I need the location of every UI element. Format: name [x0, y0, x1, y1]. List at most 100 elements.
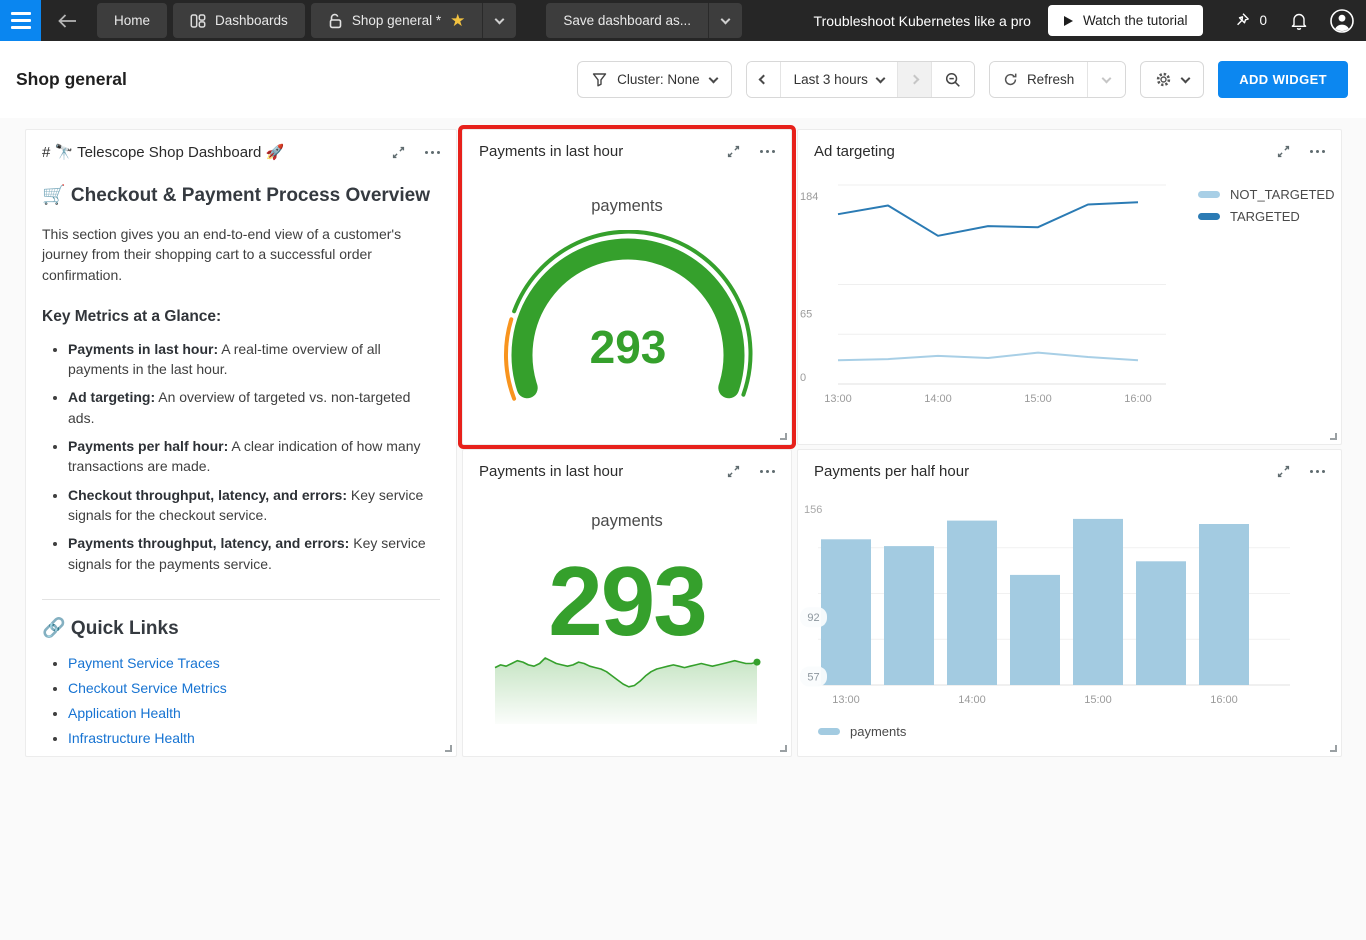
svg-text:65: 65	[800, 309, 812, 321]
legend-item[interactable]: NOT_TARGETED	[1198, 187, 1335, 202]
list-item: Checkout throughput, latency, and errors…	[68, 485, 440, 526]
tab-home-label: Home	[114, 13, 151, 28]
user-avatar[interactable]	[1329, 8, 1355, 34]
list-item: Application Health	[68, 705, 440, 721]
tab-home[interactable]: Home	[97, 3, 168, 38]
resize-handle[interactable]	[445, 745, 452, 752]
link-checkout-service-metrics[interactable]: Checkout Service Metrics	[68, 680, 227, 696]
metrics-heading: Key Metrics at a Glance:	[42, 307, 222, 325]
save-dashboard-menu[interactable]	[707, 3, 742, 38]
time-range-label: Last 3 hours	[793, 72, 868, 87]
markdown-intro: This section gives you an end-to-end vie…	[42, 226, 402, 283]
resize-handle[interactable]	[780, 433, 787, 440]
settings-button[interactable]	[1140, 61, 1205, 98]
svg-text:16:00: 16:00	[1210, 694, 1238, 706]
widget-title: Payments in last hour	[479, 143, 624, 160]
refresh-label: Refresh	[1026, 72, 1075, 87]
bar-chart-widget: Payments per half hour 156 92 57 13:00 14:00…	[797, 449, 1342, 757]
save-dashboard-button[interactable]: Save dashboard as...	[546, 3, 708, 38]
dashboard-header: Shop general Cluster: None Last 3 hours …	[0, 41, 1366, 118]
payments-sparkline	[494, 657, 761, 724]
time-forward-button[interactable]	[896, 62, 931, 97]
list-item: Payments throughput, latency, and errors…	[68, 533, 440, 574]
time-range-controls: Last 3 hours	[745, 61, 975, 98]
refresh-controls: Refresh	[988, 61, 1127, 98]
legend-swatch	[818, 728, 840, 735]
page-title: Shop general	[16, 69, 127, 89]
widget-menu-button[interactable]	[760, 467, 775, 476]
save-dashboard-group: Save dashboard as...	[546, 3, 742, 38]
tab-shop-general-menu[interactable]	[482, 3, 517, 38]
svg-text:13:00: 13:00	[832, 694, 860, 706]
legend-swatch	[1198, 191, 1220, 198]
dashboard-canvas: # 🔭 Telescope Shop Dashboard 🚀 🛒 Checkou…	[0, 118, 1366, 757]
unlock-icon	[328, 13, 343, 29]
refresh-icon	[1004, 73, 1017, 86]
svg-text:57: 57	[807, 672, 819, 684]
link-suse-observability-documentation[interactable]: SUSE Observability Documentation	[68, 755, 289, 756]
link-payment-service-traces[interactable]: Payment Service Traces	[68, 655, 220, 671]
svg-text:293: 293	[590, 321, 667, 373]
widget-title: Ad targeting	[814, 143, 895, 160]
menu-button[interactable]	[0, 0, 41, 41]
resize-handle[interactable]	[1330, 745, 1337, 752]
bell-icon	[1291, 13, 1307, 30]
widget-menu-button[interactable]	[760, 147, 775, 156]
list-item: SUSE Observability Documentation	[68, 755, 440, 756]
promo-text: Troubleshoot Kubernetes like a pro	[813, 12, 1031, 29]
expand-icon[interactable]	[1276, 464, 1291, 479]
list-item: Payments in last hour: A real-time overv…	[68, 339, 440, 380]
time-range-button[interactable]: Last 3 hours	[779, 62, 897, 97]
expand-icon[interactable]	[1276, 144, 1291, 159]
resize-handle[interactable]	[1330, 433, 1337, 440]
chart-legend[interactable]: payments	[818, 724, 906, 739]
pin-button[interactable]: 0	[1233, 12, 1267, 29]
pin-count: 0	[1259, 13, 1267, 28]
svg-text:16:00: 16:00	[1124, 393, 1152, 405]
ad-targeting-line-chart: 184 65 0 13:00 14:00 15:00 16:00	[800, 184, 1166, 405]
expand-icon[interactable]	[726, 464, 741, 479]
tab-shop-general[interactable]: Shop general * ★	[310, 3, 483, 38]
svg-text:184: 184	[800, 191, 818, 203]
svg-text:92: 92	[807, 612, 819, 624]
cluster-filter-button[interactable]: Cluster: None	[577, 61, 732, 98]
watch-tutorial-button[interactable]: Watch the tutorial	[1047, 5, 1204, 36]
svg-text:14:00: 14:00	[958, 694, 986, 706]
legend-item[interactable]: TARGETED	[1198, 209, 1335, 224]
zoom-out-button[interactable]	[930, 62, 974, 97]
legend-label: NOT_TARGETED	[1230, 187, 1335, 202]
widget-menu-button[interactable]	[425, 148, 440, 157]
refresh-options-button[interactable]	[1087, 62, 1126, 97]
tab-dashboards-label: Dashboards	[215, 13, 288, 28]
cluster-filter-label: Cluster: None	[617, 72, 700, 87]
resize-handle[interactable]	[780, 745, 787, 752]
metrics-list: Payments in last hour: A real-time overv…	[42, 339, 440, 574]
widget-menu-button[interactable]	[1310, 147, 1325, 156]
refresh-button[interactable]: Refresh	[989, 62, 1088, 97]
add-widget-button[interactable]: ADD WIDGET	[1218, 61, 1348, 98]
link-infrastructure-health[interactable]: Infrastructure Health	[68, 730, 195, 746]
back-arrow-icon	[58, 13, 76, 28]
number-widget: Payments in last hour payments 293	[462, 449, 792, 757]
tab-dashboards[interactable]: Dashboards	[173, 3, 305, 38]
avatar-icon	[1330, 8, 1354, 33]
quick-links-heading: 🔗 Quick Links	[42, 617, 179, 639]
link-application-health[interactable]: Application Health	[68, 705, 181, 721]
notifications-button[interactable]	[1290, 11, 1308, 30]
widget-menu-button[interactable]	[1310, 467, 1325, 476]
time-back-button[interactable]	[746, 62, 780, 97]
ad-targeting-widget: Ad targeting 184 65 0 13:00 14:00 15:00 16:00 …	[797, 129, 1342, 445]
legend-label: TARGETED	[1230, 209, 1300, 224]
quick-links-list: Payment Service Traces Checkout Service …	[42, 655, 440, 756]
expand-icon[interactable]	[726, 144, 741, 159]
list-item: Ad targeting: An overview of targeted vs…	[68, 387, 440, 428]
filter-funnel-icon	[592, 73, 607, 87]
payments-gauge-chart: 293	[503, 230, 753, 401]
favorite-star-icon[interactable]: ★	[450, 12, 465, 29]
payments-bar-chart: 156 92 57 13:00 14:00 15:00 16:00	[800, 504, 1290, 706]
divider	[42, 598, 440, 600]
list-item: Payment Service Traces	[68, 655, 440, 671]
number-metric-label: payments	[591, 512, 663, 530]
expand-icon[interactable]	[391, 145, 406, 160]
back-button[interactable]	[54, 10, 81, 32]
